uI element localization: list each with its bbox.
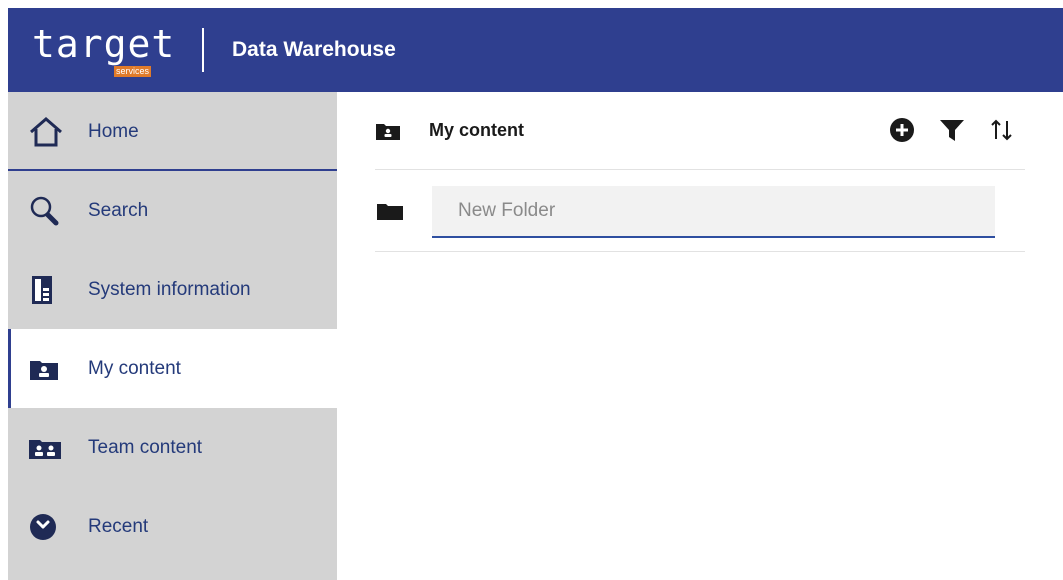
logo-subtext: services <box>114 66 152 77</box>
sidebar-item-label: My content <box>88 357 181 379</box>
new-folder-row <box>375 170 1025 252</box>
app-header: target services Data Warehouse <box>8 8 1063 92</box>
new-folder-name-input[interactable] <box>432 186 995 238</box>
system-information-icon <box>28 275 66 305</box>
home-icon <box>28 116 66 147</box>
logo-text: target <box>32 22 176 66</box>
page-title: My content <box>429 120 525 140</box>
sidebar-item-label: System information <box>88 278 251 300</box>
filter-icon[interactable] <box>939 117 965 143</box>
content-header: My content <box>375 92 1025 170</box>
header-actions <box>889 117 1015 143</box>
sidebar-item-label: Recent <box>88 515 149 537</box>
sidebar-item-label: Search <box>88 199 149 221</box>
sidebar: Home Search System information My conten… <box>8 92 337 580</box>
add-icon[interactable] <box>889 117 915 143</box>
sidebar-item-team-content[interactable]: Team content <box>8 408 337 487</box>
logo-divider <box>202 28 204 72</box>
my-content-folder-icon <box>375 120 401 142</box>
sidebar-item-search[interactable]: Search <box>8 171 337 250</box>
search-icon <box>28 196 66 226</box>
folder-icon <box>377 203 403 226</box>
app-title: Data Warehouse <box>232 38 396 61</box>
sidebar-item-label: Team content <box>88 436 203 458</box>
sidebar-item-recent[interactable]: Recent <box>8 487 337 566</box>
sidebar-item-my-content[interactable]: My content <box>8 329 337 408</box>
recent-icon <box>28 512 66 542</box>
team-content-icon <box>28 433 66 463</box>
my-content-icon <box>28 354 66 384</box>
main-panel: My content <box>337 92 1063 580</box>
sidebar-item-system-information[interactable]: System information <box>8 250 337 329</box>
sidebar-item-label: Home <box>88 120 139 142</box>
sidebar-item-home[interactable]: Home <box>8 92 337 171</box>
target-services-logo[interactable]: target services <box>8 8 208 92</box>
sort-icon[interactable] <box>989 117 1015 143</box>
